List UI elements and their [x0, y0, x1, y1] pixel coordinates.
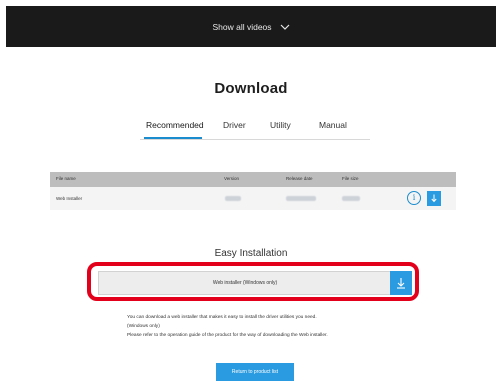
tab-manual[interactable]: Manual	[319, 120, 347, 130]
release-date-cell-obscured	[286, 196, 316, 201]
web-installer-download-button[interactable]	[390, 271, 412, 295]
download-arrow-icon	[431, 194, 437, 203]
description-line: (Windows only)	[127, 324, 160, 329]
header-file-size: File size	[342, 176, 359, 181]
easy-installation-title: Easy Installation	[214, 248, 288, 259]
tab-recommended[interactable]: Recommended	[146, 120, 204, 130]
active-tab-indicator	[144, 137, 202, 139]
file-size-cell-obscured	[342, 196, 360, 201]
video-bar: Show all videos	[6, 6, 496, 47]
description-line: You can download a web installer that ma…	[127, 315, 317, 320]
table-row: Web Installer i	[50, 187, 456, 210]
download-button-small[interactable]	[427, 191, 441, 206]
header-version: Version	[224, 176, 240, 181]
web-installer-bar[interactable]: Web installer (Windows only)	[98, 271, 412, 295]
header-file-name: File name	[56, 176, 76, 181]
show-all-videos-button[interactable]: Show all videos	[212, 22, 289, 32]
tab-driver[interactable]: Driver	[223, 120, 246, 130]
version-cell-obscured	[225, 196, 241, 201]
description-line: Please refer to the operation guide of t…	[127, 333, 328, 338]
header-release-date: Release date	[286, 176, 313, 181]
return-to-product-list-button[interactable]: Return to product list	[216, 363, 294, 381]
show-all-videos-label: Show all videos	[212, 21, 272, 32]
download-arrow-icon	[397, 278, 405, 289]
download-tabs: Recommended Driver Utility Manual	[140, 118, 370, 140]
tab-utility[interactable]: Utility	[270, 120, 291, 130]
info-icon[interactable]: i	[407, 191, 421, 205]
chevron-down-icon	[280, 24, 289, 30]
download-table: File name Version Release date File size…	[50, 172, 456, 210]
table-header: File name Version Release date File size	[50, 172, 456, 187]
page-title: Download	[214, 80, 288, 97]
installer-description: You can download a web installer that ma…	[127, 313, 427, 340]
file-name-cell: Web Installer	[56, 196, 83, 201]
web-installer-label: Web installer (Windows only)	[212, 280, 278, 286]
